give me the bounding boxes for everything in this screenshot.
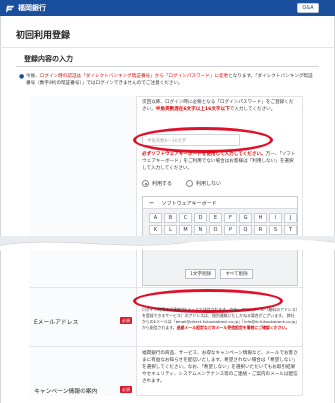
- top-header: 福岡銀行 Q&A: [0, 0, 335, 16]
- keyboard-title: ソフトウェアキーボード: [161, 201, 217, 207]
- key-r[interactable]: R: [254, 225, 267, 235]
- row-divider: [30, 287, 303, 288]
- keyboard-collapse-button[interactable]: ー: [149, 201, 154, 207]
- section-divider: [16, 66, 319, 67]
- radio-use-keyboard[interactable]: 利用する: [142, 180, 172, 187]
- email-description: ログイン時等のご連絡がEメールで送信されます。なお、フリーメール（無料のアドレス…: [142, 307, 298, 331]
- bank-logo[interactable]: 福岡銀行: [6, 1, 46, 15]
- email-text-1: ログイン時等のご連絡がEメールで送信されます。: [142, 307, 230, 312]
- email-warning: 迷惑メール設定などのメール受信設定を事前にご確認ください。: [176, 325, 290, 330]
- password-rule: 半角英数混在6文字以上16文字以下: [155, 107, 230, 112]
- software-keyboard-warning: 必ずソフトウェアキーボードを使用して入力してください。: [142, 152, 266, 157]
- highlight-circle-password: [133, 127, 273, 153]
- notice-prefix: 今後、: [26, 74, 40, 79]
- notice-highlight: ログイン時の認証は「ダイレクトバンキング暗証番号」から「ログインパスワード」に変…: [39, 74, 229, 79]
- section-title: 登録内容の入力: [24, 55, 73, 63]
- key-s[interactable]: S: [269, 225, 282, 235]
- campaign-label: キャンペーン情報の案内: [34, 389, 98, 395]
- row-divider: [30, 346, 303, 347]
- bank-name: 福岡銀行: [18, 4, 46, 12]
- password-instruction: 次回以降、ログイン時に必要となる「ログインパスワード」をご登録ください。半角英数…: [142, 99, 298, 113]
- bank-logo-icon: [6, 5, 15, 12]
- keyboard-header: ー ソフトウェアキーボード: [143, 197, 297, 209]
- title-divider: [0, 47, 335, 48]
- page-cut-divider: [0, 236, 335, 250]
- key-l[interactable]: L: [164, 225, 177, 235]
- key-n[interactable]: N: [194, 225, 207, 235]
- campaign-required-badge: 必須: [120, 386, 132, 393]
- keyboard-usage-radios: 利用する 利用しない: [142, 180, 221, 187]
- password-instruction-2: で入力してください。: [229, 107, 276, 112]
- delete-all-button[interactable]: すべて削除: [220, 269, 253, 279]
- key-o[interactable]: O: [209, 225, 222, 235]
- key-k[interactable]: K: [149, 225, 162, 235]
- info-bullet-icon: ●: [19, 73, 25, 80]
- qa-button[interactable]: Q&A: [297, 3, 319, 13]
- key-g[interactable]: G: [239, 213, 252, 223]
- email-required-badge: 必須: [120, 317, 132, 324]
- radio-not-use-keyboard[interactable]: 利用しない: [186, 180, 221, 187]
- key-t[interactable]: T: [284, 225, 297, 235]
- key-i[interactable]: I: [269, 213, 282, 223]
- key-c[interactable]: C: [179, 213, 192, 223]
- delete-one-char-button[interactable]: 1文字削除: [185, 269, 217, 279]
- software-keyboard-note: 必ずソフトウェアキーボードを使用して入力してください。万一、「ソフトウェアキーボ…: [142, 151, 298, 172]
- radio-unselected-icon: [186, 180, 194, 187]
- key-j[interactable]: J: [284, 213, 297, 223]
- radio-not-use-label: 利用しない: [196, 181, 222, 187]
- radio-selected-icon: [142, 180, 149, 187]
- campaign-description: 福岡銀行の商品、サービス、お得なキャンペーン情報など、メールでお客さまに有益なお…: [142, 351, 298, 384]
- keyboard-actions: 1文字削除 すべて削除: [185, 269, 253, 279]
- key-p[interactable]: P: [224, 225, 237, 235]
- page-title: 初回利用登録: [16, 31, 71, 41]
- radio-use-label: 利用する: [152, 181, 173, 187]
- key-e[interactable]: E: [209, 213, 222, 223]
- key-a[interactable]: A: [149, 213, 162, 223]
- email-label: Eメールアドレス: [34, 320, 79, 326]
- key-m[interactable]: M: [179, 225, 192, 235]
- key-f[interactable]: F: [224, 213, 237, 223]
- key-d[interactable]: D: [194, 213, 207, 223]
- login-change-notice: ● 今後、ログイン時の認証は「ダイレクトバンキング暗証番号」から「ログインパスワ…: [19, 73, 316, 87]
- key-h[interactable]: H: [254, 213, 267, 223]
- key-q[interactable]: Q: [239, 225, 252, 235]
- page: 福岡銀行 Q&A 初回利用登録 登録内容の入力 ● 今後、ログイン時の認証は「ダ…: [0, 0, 335, 403]
- key-b[interactable]: B: [164, 213, 177, 223]
